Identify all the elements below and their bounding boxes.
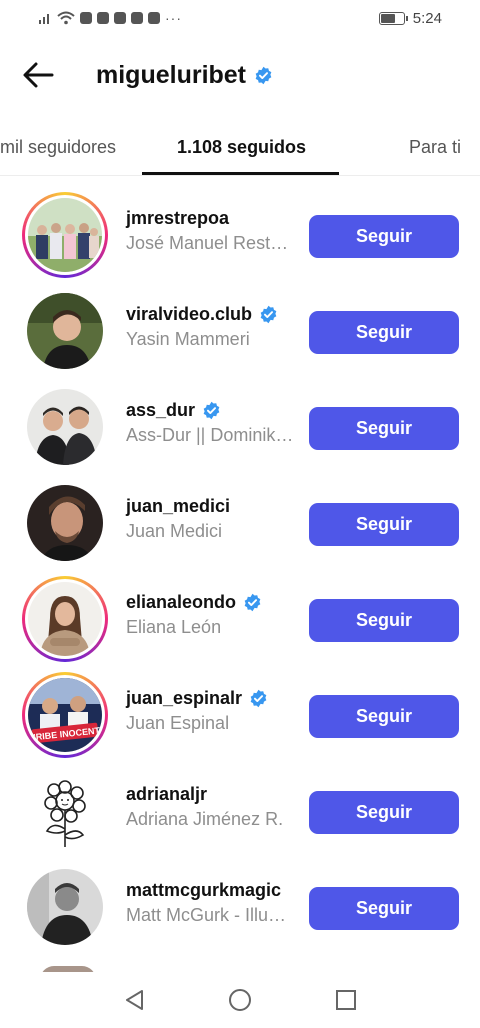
signal-icon [39, 14, 49, 24]
clock: 5:24 [412, 9, 442, 27]
verified-badge-icon [203, 401, 220, 420]
wifi-icon [57, 11, 75, 25]
story-ring[interactable] [22, 192, 108, 278]
full-name: Adriana Jiménez R. [126, 809, 284, 829]
full-name: Juan Espinal [126, 713, 230, 733]
arrow-left-icon [23, 62, 54, 88]
full-name: Yasin Mammeri [126, 329, 250, 349]
tab-following[interactable]: 1.108 seguidos [177, 120, 306, 174]
system-nav-bar [0, 972, 480, 1028]
nav-home-button[interactable] [226, 986, 254, 1014]
thumbs-up-icon [114, 12, 126, 24]
circle-home-icon [229, 989, 251, 1011]
square-recents-icon [336, 990, 356, 1010]
username[interactable]: jmrestrepoa [126, 208, 229, 229]
follow-button[interactable]: Seguir [309, 215, 459, 258]
verified-badge-icon [250, 689, 267, 708]
follow-button[interactable]: Seguir [309, 887, 459, 930]
follow-button[interactable]: Seguir [309, 311, 459, 354]
tab-for-you[interactable]: Para ti [409, 120, 461, 174]
username[interactable]: juan_espinalr [126, 688, 242, 709]
full-name: Eliana León [126, 617, 222, 637]
full-name: Juan Medici [126, 521, 223, 541]
profile-header: migueluribet [0, 40, 480, 110]
username[interactable]: adrianaljr [126, 784, 207, 805]
more-notifications-icon: ··· [165, 10, 182, 26]
follow-tabs: mil seguidores 1.108 seguidos Para ti [0, 120, 480, 176]
tab-followers[interactable]: mil seguidores [0, 120, 116, 174]
follow-button[interactable]: Seguir [309, 503, 459, 546]
page-title: migueluribet [96, 60, 247, 89]
list-item[interactable]: mattmcgurkmagic Matt McGurk - Illu… Segu… [0, 858, 480, 954]
back-button[interactable] [20, 57, 56, 93]
username[interactable]: ass_dur [126, 400, 195, 421]
username[interactable]: viralvideo.club [126, 304, 252, 325]
verified-badge-icon [255, 66, 272, 84]
full-name: José Manuel Rest… [126, 233, 289, 253]
avatar [27, 389, 103, 465]
full-name: Matt McGurk - Illu… [126, 905, 287, 925]
verified-badge-icon [260, 305, 277, 324]
avatar [27, 485, 103, 561]
story-ring[interactable]: #URIBE INOCENTE [22, 672, 108, 758]
list-item[interactable]: elianaleondo Eliana León Seguir [0, 570, 480, 666]
follow-button[interactable]: Seguir [309, 407, 459, 450]
full-name: Ass-Dur || Dominik… [126, 425, 294, 445]
avatar-frame[interactable] [22, 288, 108, 374]
nav-recents-button[interactable] [332, 986, 360, 1014]
avatar-frame[interactable] [22, 480, 108, 566]
username[interactable]: mattmcgurkmagic [126, 880, 281, 901]
list-item[interactable]: viralvideo.club Yasin Mammeri Seguir [0, 282, 480, 378]
list-item[interactable]: jmrestrepoa José Manuel Rest… Seguir [0, 186, 480, 282]
app-notification-icon [97, 12, 109, 24]
following-list: jmrestrepoa José Manuel Rest… Seguir vir… [0, 186, 480, 954]
avatar [28, 198, 102, 272]
avatar [28, 582, 102, 656]
list-item[interactable]: juan_medici Juan Medici Seguir [0, 474, 480, 570]
notification-icons: ··· [38, 10, 182, 26]
list-item[interactable]: ass_dur Ass-Dur || Dominik… Seguir [0, 378, 480, 474]
battery-icon [378, 11, 408, 25]
avatar: #URIBE INOCENTE [28, 678, 102, 752]
follow-button[interactable]: Seguir [309, 599, 459, 642]
nav-back-button[interactable] [120, 986, 148, 1014]
avatar [27, 293, 103, 369]
list-item[interactable]: adrianaljr Adriana Jiménez R. Seguir [0, 762, 480, 858]
list-item[interactable]: #URIBE INOCENTE juan_espinalr Juan Espin… [0, 666, 480, 762]
triangle-back-icon [126, 990, 143, 1010]
follow-button[interactable]: Seguir [309, 695, 459, 738]
avatar-frame[interactable] [22, 864, 108, 950]
thumbs-up-icon [148, 12, 160, 24]
follow-button[interactable]: Seguir [309, 791, 459, 834]
verified-badge-icon [244, 593, 261, 612]
app-notification-icon [80, 12, 92, 24]
thumbs-up-icon [131, 12, 143, 24]
avatar [27, 773, 103, 849]
avatar-frame[interactable] [22, 384, 108, 470]
avatar [27, 869, 103, 945]
active-tab-indicator [142, 172, 339, 175]
status-bar: ··· 5:24 [0, 0, 480, 36]
username[interactable]: elianaleondo [126, 592, 236, 613]
username[interactable]: juan_medici [126, 496, 230, 517]
story-ring[interactable] [22, 576, 108, 662]
avatar-frame[interactable] [22, 768, 108, 854]
